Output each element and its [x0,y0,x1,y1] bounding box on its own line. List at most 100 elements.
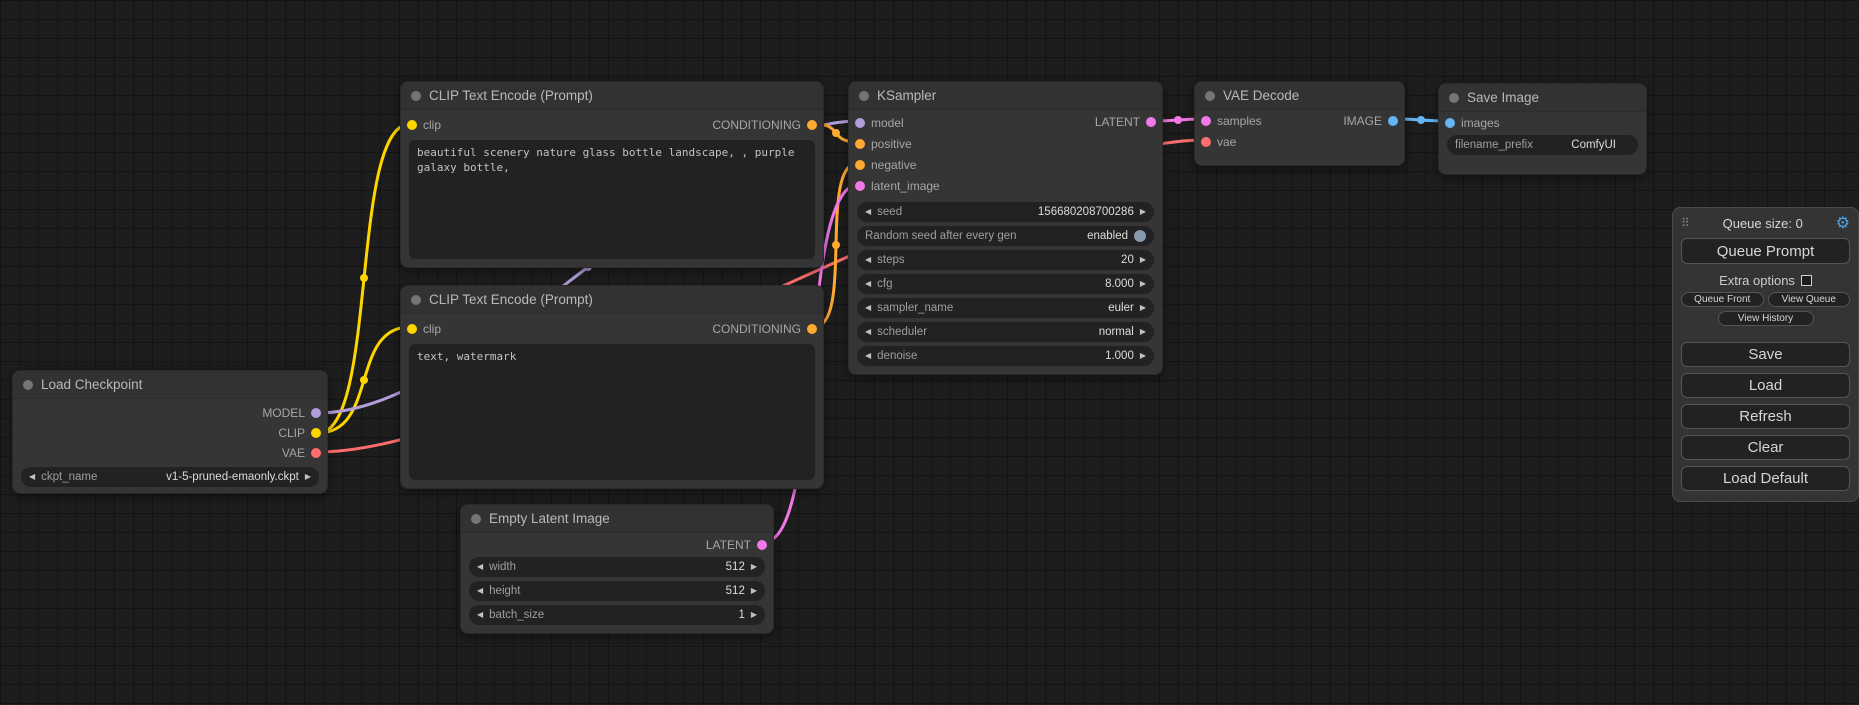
latent-image-input-dot[interactable] [855,181,865,191]
collapse-dot-icon[interactable] [471,514,481,524]
slot-label: model [871,116,904,130]
collapse-dot-icon[interactable] [1449,93,1459,103]
cfg-widget[interactable]: ◀ cfg 8.000 ▶ [857,274,1154,294]
save-image-node[interactable]: Save Image images filename_prefix ComfyU… [1438,83,1647,175]
view-queue-button[interactable]: View Queue [1768,292,1851,307]
node-title-bar[interactable]: Save Image [1439,84,1646,112]
conditioning-output-dot[interactable] [807,120,817,130]
filename-prefix-widget[interactable]: filename_prefix ComfyUI [1447,135,1638,155]
collapse-dot-icon[interactable] [411,91,421,101]
model-output-dot[interactable] [311,408,321,418]
height-widget[interactable]: ◀ height 512 ▶ [469,581,765,601]
node-title-bar[interactable]: Load Checkpoint [13,371,327,399]
node-title-bar[interactable]: CLIP Text Encode (Prompt) [401,82,823,110]
input-slot-latent-image: latent_image [849,175,1162,196]
increment-arrow-icon[interactable]: ▶ [751,587,757,595]
seed-widget[interactable]: ◀ seed 156680208700286 ▶ [857,202,1154,222]
increment-arrow-icon[interactable]: ▶ [1140,256,1146,264]
vae-input-dot[interactable] [1201,137,1211,147]
clip-input-dot[interactable] [407,120,417,130]
increment-arrow-icon[interactable]: ▶ [1140,280,1146,288]
image-output-dot[interactable] [1388,116,1398,126]
sampler-name-widget[interactable]: ◀ sampler_name euler ▶ [857,298,1154,318]
slot-label: CONDITIONING [712,322,801,336]
decrement-arrow-icon[interactable]: ◀ [477,611,483,619]
prev-value-arrow-icon[interactable]: ◀ [29,473,35,481]
link-midpoint-dot [360,274,368,282]
output-slot-latent: LATENT [461,535,773,555]
prev-value-arrow-icon[interactable]: ◀ [865,304,871,312]
clip-input-dot[interactable] [407,324,417,334]
positive-prompt-text[interactable]: beautiful scenery nature glass bottle la… [409,140,815,259]
clip-text-encode-positive-node[interactable]: CLIP Text Encode (Prompt) clip CONDITION… [400,81,824,268]
queue-prompt-button[interactable]: Queue Prompt [1681,238,1850,264]
widget-label: ckpt_name [41,471,97,483]
toggle-indicator-icon[interactable] [1134,230,1146,242]
slot-label: CONDITIONING [712,118,801,132]
increment-arrow-icon[interactable]: ▶ [1140,352,1146,360]
decrement-arrow-icon[interactable]: ◀ [865,352,871,360]
widget-label: filename_prefix [1455,139,1533,151]
steps-widget[interactable]: ◀ steps 20 ▶ [857,250,1154,270]
increment-arrow-icon[interactable]: ▶ [751,611,757,619]
settings-gear-icon[interactable]: ⚙ [1836,213,1850,233]
random-seed-toggle-widget[interactable]: Random seed after every gen enabled [857,226,1154,246]
ksampler-node[interactable]: KSampler LATENT model positive negative … [848,81,1163,375]
node-title-bar[interactable]: KSampler [849,82,1162,110]
extra-options-row: Extra options [1673,273,1858,288]
next-value-arrow-icon[interactable]: ▶ [1140,328,1146,336]
extra-options-checkbox[interactable] [1801,275,1812,286]
node-title-bar[interactable]: CLIP Text Encode (Prompt) [401,286,823,314]
slot-label: latent_image [871,179,940,193]
load-checkpoint-node[interactable]: Load Checkpoint MODEL CLIP VAE ◀ ckpt_na… [12,370,328,494]
slot-label: positive [871,137,912,151]
decrement-arrow-icon[interactable]: ◀ [865,280,871,288]
ckpt-name-widget[interactable]: ◀ ckpt_name v1-5-pruned-emaonly.ckpt ▶ [21,467,319,487]
clear-button[interactable]: Clear [1681,435,1850,460]
queue-front-button[interactable]: Queue Front [1681,292,1764,307]
next-value-arrow-icon[interactable]: ▶ [1140,304,1146,312]
scheduler-widget[interactable]: ◀ scheduler normal ▶ [857,322,1154,342]
decrement-arrow-icon[interactable]: ◀ [477,587,483,595]
images-input-dot[interactable] [1445,118,1455,128]
model-input-dot[interactable] [855,118,865,128]
negative-prompt-text[interactable]: text, watermark [409,344,815,480]
conditioning-output-dot[interactable] [807,324,817,334]
prev-value-arrow-icon[interactable]: ◀ [865,328,871,336]
load-button[interactable]: Load [1681,373,1850,398]
widget-label: scheduler [877,326,927,338]
denoise-widget[interactable]: ◀ denoise 1.000 ▶ [857,346,1154,366]
collapse-dot-icon[interactable] [411,295,421,305]
queue-menu-panel[interactable]: ⠿ Queue size: 0 ⚙ Queue Prompt Extra opt… [1672,207,1859,502]
samples-input-dot[interactable] [1201,116,1211,126]
vae-decode-node[interactable]: VAE Decode IMAGE samples vae [1194,81,1405,166]
batch-size-widget[interactable]: ◀ batch_size 1 ▶ [469,605,765,625]
collapse-dot-icon[interactable] [1205,91,1215,101]
increment-arrow-icon[interactable]: ▶ [1140,208,1146,216]
node-title-bar[interactable]: VAE Decode [1195,82,1404,110]
drag-handle-icon[interactable]: ⠿ [1681,216,1690,230]
node-title: CLIP Text Encode (Prompt) [429,88,593,103]
negative-input-dot[interactable] [855,160,865,170]
node-title-bar[interactable]: Empty Latent Image [461,505,773,533]
width-widget[interactable]: ◀ width 512 ▶ [469,557,765,577]
next-value-arrow-icon[interactable]: ▶ [305,473,311,481]
decrement-arrow-icon[interactable]: ◀ [865,208,871,216]
positive-input-dot[interactable] [855,139,865,149]
save-button[interactable]: Save [1681,342,1850,367]
collapse-dot-icon[interactable] [23,380,33,390]
refresh-button[interactable]: Refresh [1681,404,1850,429]
load-default-button[interactable]: Load Default [1681,466,1850,491]
latent-output-dot[interactable] [1146,117,1156,127]
view-history-button[interactable]: View History [1718,311,1814,326]
decrement-arrow-icon[interactable]: ◀ [477,563,483,571]
decrement-arrow-icon[interactable]: ◀ [865,256,871,264]
output-slot-clip: CLIP [13,423,327,443]
latent-output-dot[interactable] [757,540,767,550]
clip-output-dot[interactable] [311,428,321,438]
collapse-dot-icon[interactable] [859,91,869,101]
increment-arrow-icon[interactable]: ▶ [751,563,757,571]
clip-text-encode-negative-node[interactable]: CLIP Text Encode (Prompt) clip CONDITION… [400,285,824,489]
vae-output-dot[interactable] [311,448,321,458]
empty-latent-image-node[interactable]: Empty Latent Image LATENT ◀ width 512 ▶ … [460,504,774,634]
